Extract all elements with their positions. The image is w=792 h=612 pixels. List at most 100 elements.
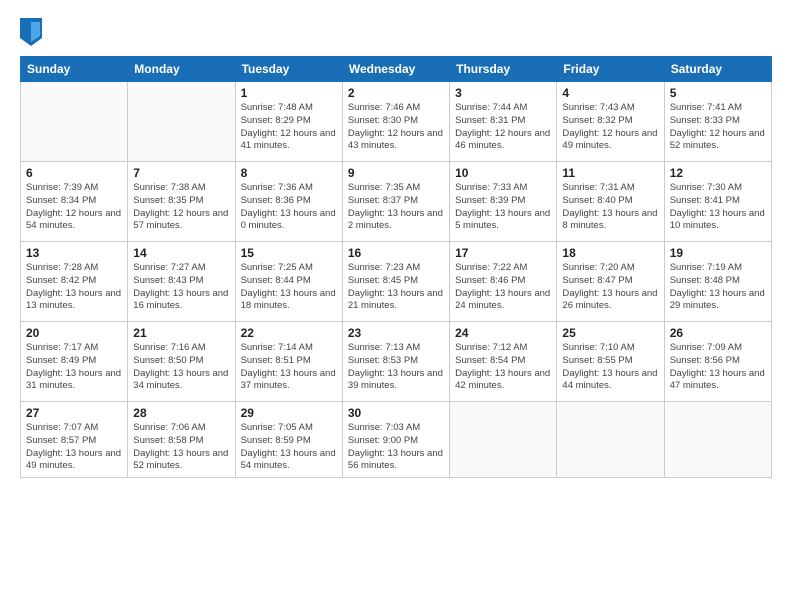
calendar-cell: 27 Sunrise: 7:07 AM Sunset: 8:57 PM Dayli…: [21, 402, 128, 478]
day-info: Sunrise: 7:39 AM Sunset: 8:34 PM Dayligh…: [26, 182, 122, 233]
calendar-header-monday: Monday: [128, 57, 235, 82]
calendar-week-row: 6Sunrise: 7:39 AM Sunset: 8:34 PM Daylig…: [21, 162, 772, 242]
day-info: Sunrise: 7:10 AM Sunset: 8:55 PM Dayligh…: [562, 342, 658, 393]
day-number: 30: [348, 406, 444, 420]
calendar-cell: 7Sunrise: 7:38 AM Sunset: 8:35 PM Daylig…: [128, 162, 235, 242]
calendar-cell: [450, 402, 557, 478]
day-info: Sunrise: 7:46 AM Sunset: 8:30 PM Dayligh…: [348, 102, 444, 153]
calendar-cell: 21Sunrise: 7:16 AM Sunset: 8:50 PM Dayli…: [128, 322, 235, 402]
calendar-cell: 1 Sunrise: 7:48 AM Sunset: 8:29 PM Daylig…: [235, 82, 342, 162]
day-info: Sunrise: 7:27 AM Sunset: 8:43 PM Dayligh…: [133, 262, 229, 313]
day-info: Sunrise: 7:12 AM Sunset: 8:54 PM Dayligh…: [455, 342, 551, 393]
day-number: 12: [670, 166, 766, 180]
calendar-header-thursday: Thursday: [450, 57, 557, 82]
day-number: 21: [133, 326, 229, 340]
header: [20, 18, 772, 46]
day-info: Sunrise: 7:05 AM Sunset: 8:59 PM Dayligh…: [241, 422, 337, 473]
day-number: 29: [241, 406, 337, 420]
day-info: Sunrise: 7:36 AM Sunset: 8:36 PM Dayligh…: [241, 182, 337, 233]
day-number: 23: [348, 326, 444, 340]
calendar-cell: 23Sunrise: 7:13 AM Sunset: 8:53 PM Dayli…: [342, 322, 449, 402]
calendar-header-row: SundayMondayTuesdayWednesdayThursdayFrid…: [21, 57, 772, 82]
day-info: Sunrise: 7:30 AM Sunset: 8:41 PM Dayligh…: [670, 182, 766, 233]
calendar-cell: [21, 82, 128, 162]
calendar-cell: [128, 82, 235, 162]
calendar-cell: 24Sunrise: 7:12 AM Sunset: 8:54 PM Dayli…: [450, 322, 557, 402]
calendar-week-row: 1 Sunrise: 7:48 AM Sunset: 8:29 PM Daylig…: [21, 82, 772, 162]
calendar-cell: 18Sunrise: 7:20 AM Sunset: 8:47 PM Dayli…: [557, 242, 664, 322]
calendar-week-row: 27 Sunrise: 7:07 AM Sunset: 8:57 PM Dayli…: [21, 402, 772, 478]
logo: [20, 18, 46, 46]
calendar-cell: 29 Sunrise: 7:05 AM Sunset: 8:59 PM Dayli…: [235, 402, 342, 478]
calendar-week-row: 20 Sunrise: 7:17 AM Sunset: 8:49 PM Dayli…: [21, 322, 772, 402]
calendar-header-tuesday: Tuesday: [235, 57, 342, 82]
logo-icon: [20, 18, 42, 46]
day-number: 25: [562, 326, 658, 340]
calendar-cell: [664, 402, 771, 478]
day-number: 2: [348, 86, 444, 100]
calendar-cell: 28 Sunrise: 7:06 AM Sunset: 8:58 PM Dayli…: [128, 402, 235, 478]
day-info: Sunrise: 7:06 AM Sunset: 8:58 PM Dayligh…: [133, 422, 229, 473]
day-info: Sunrise: 7:14 AM Sunset: 8:51 PM Dayligh…: [241, 342, 337, 393]
calendar-cell: 9Sunrise: 7:35 AM Sunset: 8:37 PM Daylig…: [342, 162, 449, 242]
calendar-cell: 25 Sunrise: 7:10 AM Sunset: 8:55 PM Dayli…: [557, 322, 664, 402]
day-number: 5: [670, 86, 766, 100]
day-info: Sunrise: 7:20 AM Sunset: 8:47 PM Dayligh…: [562, 262, 658, 313]
day-number: 1: [241, 86, 337, 100]
day-number: 10: [455, 166, 551, 180]
day-info: Sunrise: 7:09 AM Sunset: 8:56 PM Dayligh…: [670, 342, 766, 393]
day-number: 26: [670, 326, 766, 340]
day-number: 4: [562, 86, 658, 100]
day-number: 17: [455, 246, 551, 260]
day-number: 14: [133, 246, 229, 260]
calendar-header-friday: Friday: [557, 57, 664, 82]
day-number: 20: [26, 326, 122, 340]
day-number: 3: [455, 86, 551, 100]
day-number: 8: [241, 166, 337, 180]
day-info: Sunrise: 7:38 AM Sunset: 8:35 PM Dayligh…: [133, 182, 229, 233]
day-info: Sunrise: 7:41 AM Sunset: 8:33 PM Dayligh…: [670, 102, 766, 153]
day-info: Sunrise: 7:48 AM Sunset: 8:29 PM Dayligh…: [241, 102, 337, 153]
calendar-cell: 4 Sunrise: 7:43 AM Sunset: 8:32 PM Daylig…: [557, 82, 664, 162]
day-number: 27: [26, 406, 122, 420]
day-info: Sunrise: 7:43 AM Sunset: 8:32 PM Dayligh…: [562, 102, 658, 153]
calendar-week-row: 13 Sunrise: 7:28 AM Sunset: 8:42 PM Dayli…: [21, 242, 772, 322]
calendar-table: SundayMondayTuesdayWednesdayThursdayFrid…: [20, 56, 772, 478]
day-info: Sunrise: 7:28 AM Sunset: 8:42 PM Dayligh…: [26, 262, 122, 313]
calendar-cell: 22 Sunrise: 7:14 AM Sunset: 8:51 PM Dayli…: [235, 322, 342, 402]
day-info: Sunrise: 7:22 AM Sunset: 8:46 PM Dayligh…: [455, 262, 551, 313]
calendar-cell: 19Sunrise: 7:19 AM Sunset: 8:48 PM Dayli…: [664, 242, 771, 322]
calendar-cell: 15 Sunrise: 7:25 AM Sunset: 8:44 PM Dayli…: [235, 242, 342, 322]
calendar-cell: 6Sunrise: 7:39 AM Sunset: 8:34 PM Daylig…: [21, 162, 128, 242]
day-number: 15: [241, 246, 337, 260]
day-info: Sunrise: 7:23 AM Sunset: 8:45 PM Dayligh…: [348, 262, 444, 313]
day-info: Sunrise: 7:25 AM Sunset: 8:44 PM Dayligh…: [241, 262, 337, 313]
day-number: 28: [133, 406, 229, 420]
calendar-cell: 10Sunrise: 7:33 AM Sunset: 8:39 PM Dayli…: [450, 162, 557, 242]
day-info: Sunrise: 7:31 AM Sunset: 8:40 PM Dayligh…: [562, 182, 658, 233]
day-info: Sunrise: 7:17 AM Sunset: 8:49 PM Dayligh…: [26, 342, 122, 393]
calendar-cell: 13 Sunrise: 7:28 AM Sunset: 8:42 PM Dayli…: [21, 242, 128, 322]
day-number: 11: [562, 166, 658, 180]
day-info: Sunrise: 7:44 AM Sunset: 8:31 PM Dayligh…: [455, 102, 551, 153]
calendar-cell: 30 Sunrise: 7:03 AM Sunset: 9:00 PM Dayli…: [342, 402, 449, 478]
calendar-cell: 3 Sunrise: 7:44 AM Sunset: 8:31 PM Daylig…: [450, 82, 557, 162]
calendar-cell: 8 Sunrise: 7:36 AM Sunset: 8:36 PM Daylig…: [235, 162, 342, 242]
day-number: 13: [26, 246, 122, 260]
day-info: Sunrise: 7:07 AM Sunset: 8:57 PM Dayligh…: [26, 422, 122, 473]
calendar-cell: 26 Sunrise: 7:09 AM Sunset: 8:56 PM Dayli…: [664, 322, 771, 402]
calendar-header-sunday: Sunday: [21, 57, 128, 82]
page: SundayMondayTuesdayWednesdayThursdayFrid…: [0, 0, 792, 612]
calendar-cell: 14 Sunrise: 7:27 AM Sunset: 8:43 PM Dayli…: [128, 242, 235, 322]
calendar-cell: [557, 402, 664, 478]
day-number: 9: [348, 166, 444, 180]
calendar-cell: 20 Sunrise: 7:17 AM Sunset: 8:49 PM Dayli…: [21, 322, 128, 402]
day-info: Sunrise: 7:03 AM Sunset: 9:00 PM Dayligh…: [348, 422, 444, 473]
calendar-cell: 5 Sunrise: 7:41 AM Sunset: 8:33 PM Daylig…: [664, 82, 771, 162]
calendar-header-saturday: Saturday: [664, 57, 771, 82]
day-number: 22: [241, 326, 337, 340]
calendar-cell: 17 Sunrise: 7:22 AM Sunset: 8:46 PM Dayli…: [450, 242, 557, 322]
calendar-cell: 11 Sunrise: 7:31 AM Sunset: 8:40 PM Dayli…: [557, 162, 664, 242]
calendar-cell: 12 Sunrise: 7:30 AM Sunset: 8:41 PM Dayli…: [664, 162, 771, 242]
calendar-cell: 16Sunrise: 7:23 AM Sunset: 8:45 PM Dayli…: [342, 242, 449, 322]
